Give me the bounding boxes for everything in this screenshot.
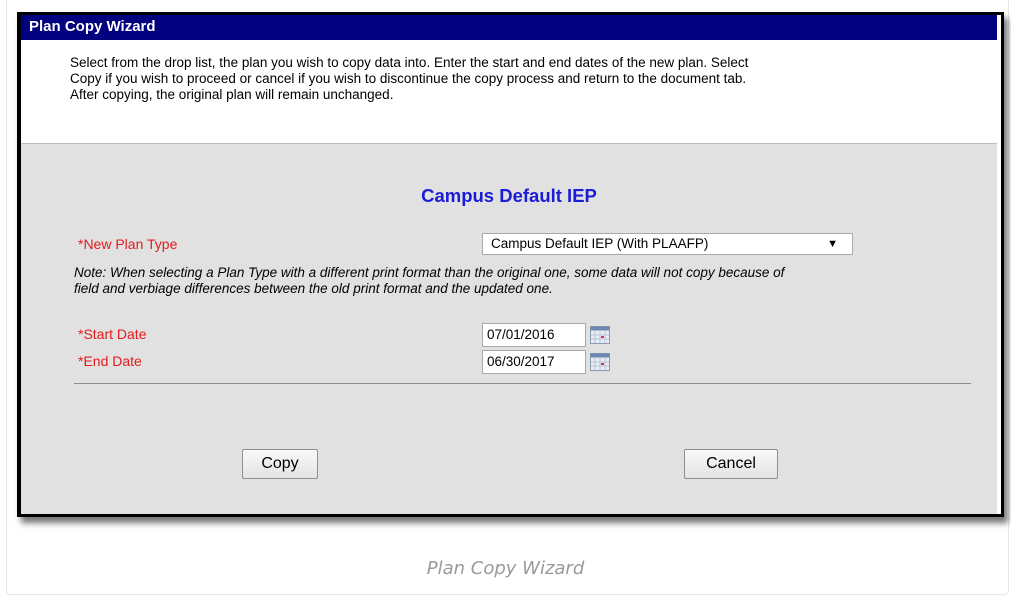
new-plan-type-label: *New Plan Type	[78, 236, 178, 252]
cancel-button[interactable]: Cancel	[684, 449, 778, 479]
form-divider	[74, 383, 971, 384]
instructions-line-2: Copy if you wish to proceed or cancel if…	[70, 71, 747, 86]
plan-type-selected-value: Campus Default IEP (With PLAAFP)	[491, 236, 709, 251]
calendar-icon[interactable]	[590, 326, 610, 344]
dropdown-arrow-icon: ▼	[827, 238, 838, 250]
dialog-title: Plan Copy Wizard	[21, 15, 997, 40]
copy-button[interactable]: Copy	[242, 449, 318, 479]
start-date-input[interactable]: 07/01/2016	[482, 323, 586, 347]
plan-type-note: Note: When selecting a Plan Type with a …	[74, 265, 994, 297]
note-line-2: field and verbiage differences between t…	[74, 281, 553, 296]
plan-copy-wizard-dialog: Plan Copy Wizard Select from the drop li…	[17, 12, 1004, 517]
form-panel: Campus Default IEP *New Plan Type Campus…	[21, 144, 997, 514]
instructions: Select from the drop list, the plan you …	[21, 40, 997, 144]
calendar-icon[interactable]	[590, 353, 610, 371]
plan-type-select[interactable]: Campus Default IEP (With PLAAFP) ▼	[482, 233, 853, 255]
note-line-1: Note: When selecting a Plan Type with a …	[74, 265, 785, 280]
instructions-line-3: After copying, the original plan will re…	[70, 87, 394, 102]
instructions-line-1: Select from the drop list, the plan you …	[70, 55, 749, 70]
end-date-label: *End Date	[78, 353, 142, 369]
start-date-label: *Start Date	[78, 326, 147, 342]
plan-heading: Campus Default IEP	[421, 185, 597, 206]
figure-caption: Plan Copy Wizard	[426, 558, 585, 579]
end-date-input[interactable]: 06/30/2017	[482, 350, 586, 374]
